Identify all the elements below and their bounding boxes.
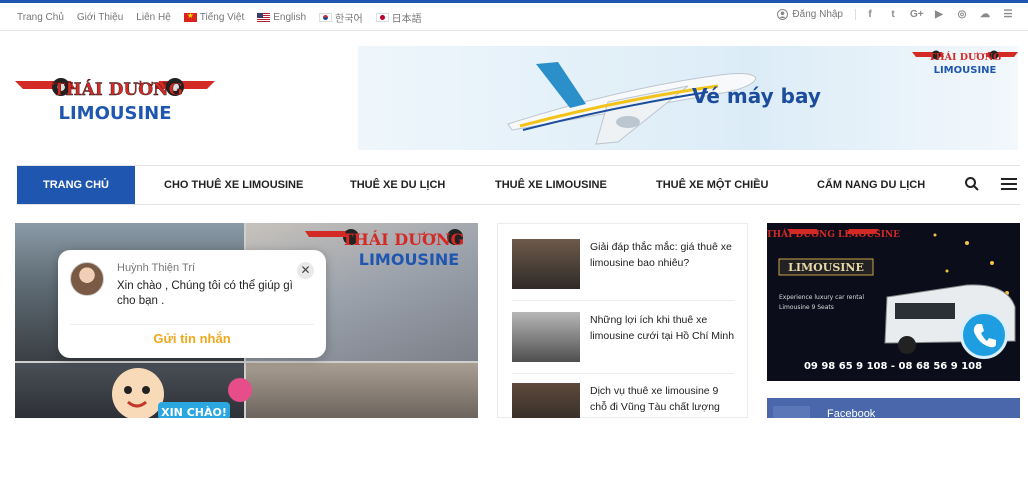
youtube-icon[interactable]: ▶ xyxy=(933,9,945,20)
news-thumbnail[interactable] xyxy=(512,312,580,362)
instagram-icon[interactable]: ◎ xyxy=(956,9,968,20)
social-links: f t G+ ▶ ◎ ☁ ☰ xyxy=(864,9,1014,20)
page-bottom-blank xyxy=(0,418,1028,478)
news-list: Giải đáp thắc mắc: giá thuê xe limousine… xyxy=(497,223,748,433)
language-label: Tiếng Việt xyxy=(199,12,245,23)
chat-icon[interactable]: ☁ xyxy=(979,9,991,20)
language-english[interactable]: English xyxy=(257,12,306,23)
us-flag-icon xyxy=(257,13,271,22)
send-message-button[interactable]: Gửi tin nhắn xyxy=(58,331,326,346)
banner-brand-line2: LIMOUSINE xyxy=(934,65,997,76)
ad-product: LIMOUSINE xyxy=(788,261,864,274)
topbar-link-contact[interactable]: Liên Hệ xyxy=(136,12,170,23)
language-label: 한국어 xyxy=(335,14,363,25)
facebook-widget[interactable]: Facebook xyxy=(767,398,1020,420)
nav-item-limousine-rental[interactable]: Cho thuê xe Limousine xyxy=(164,166,303,204)
hamburger-menu-icon[interactable] xyxy=(1001,178,1017,191)
ad-subtitle: Limousine 9 Seats xyxy=(779,304,834,311)
chat-popup: Huỳnh Thiện Trí Xin chào , Chúng tôi có … xyxy=(58,250,326,358)
feature-watermark-logo: THÁI DƯƠNG LIMOUSINE xyxy=(305,229,465,267)
topbar: Trang Chủ Giới Thiệu Liên Hệ Tiếng Việt … xyxy=(0,3,1028,31)
logo-line2: LIMOUSINE xyxy=(58,103,171,124)
chat-message: Xin chào , Chúng tôi có thể giúp gì cho … xyxy=(117,280,293,307)
phone-call-button[interactable] xyxy=(960,311,1008,359)
topbar-links: Trang Chủ Giới Thiệu Liên Hệ Tiếng Việt … xyxy=(17,10,422,25)
language-vietnamese[interactable]: Tiếng Việt xyxy=(183,11,245,23)
divider xyxy=(512,300,734,301)
facebook-icon[interactable]: f xyxy=(864,9,876,20)
nav-item-home[interactable]: Trang chủ xyxy=(17,166,135,204)
language-label: English xyxy=(273,12,307,23)
screen-image xyxy=(246,363,478,418)
login-label: Đăng Nhập xyxy=(792,9,843,20)
limousine-ad-banner[interactable]: THÁI DƯƠNG LIMOUSINE LIMOUSINE Experienc… xyxy=(767,223,1020,381)
rss-icon[interactable]: ☰ xyxy=(1002,9,1014,20)
header-banner[interactable]: Vé máy bay THÁI DƯƠNG LIMOUSINE xyxy=(358,46,1018,150)
search-icon[interactable] xyxy=(964,176,980,192)
facebook-logo-icon xyxy=(773,406,810,418)
topbar-link-home[interactable]: Trang Chủ xyxy=(17,12,64,23)
news-title[interactable]: Giải đáp thắc mắc: giá thuê xe limousine… xyxy=(590,239,738,271)
divider xyxy=(512,373,734,374)
ad-tagline: Experience luxury car rental xyxy=(779,294,864,301)
logo-line1: THÁI DƯƠNG xyxy=(53,79,183,100)
nav-item-travel-guide[interactable]: Cẩm nang du lịch xyxy=(817,166,925,204)
nav-item-travel-rental[interactable]: Thuê xe du lịch xyxy=(350,166,445,204)
page: Trang Chủ Giới Thiệu Liên Hệ Tiếng Việt … xyxy=(0,0,1028,478)
mascot-illustration: XIN CHÀO! xyxy=(98,360,263,420)
nav-item-one-way[interactable]: Thuê xe một chiều xyxy=(656,166,768,204)
news-thumbnail[interactable] xyxy=(512,239,580,289)
close-icon[interactable]: ✕ xyxy=(297,262,314,279)
banner-brand-logo: THÁI DƯƠNG LIMOUSINE xyxy=(912,50,1018,76)
nav-item-limousine-hire[interactable]: Thuê xe Limousine xyxy=(495,166,607,204)
japan-flag-icon xyxy=(375,13,389,22)
phone-icon xyxy=(973,324,996,348)
chat-divider xyxy=(70,324,314,325)
topbar-link-about[interactable]: Giới Thiệu xyxy=(77,12,123,23)
twitter-icon[interactable]: t xyxy=(887,9,899,20)
news-title[interactable]: Những lợi ích khi thuê xe limousine cưới… xyxy=(590,312,738,344)
user-icon xyxy=(777,9,789,20)
ad-brand: THÁI DƯƠNG LIMOUSINE xyxy=(767,228,900,240)
site-logo[interactable]: THÁI DƯƠNG LIMOUSINE xyxy=(15,75,215,125)
feature-watermark-line2: LIMOUSINE xyxy=(359,250,459,267)
google-plus-icon[interactable]: G+ xyxy=(910,9,924,20)
banner-caption: Vé máy bay xyxy=(692,84,821,108)
korea-flag-icon xyxy=(319,13,333,22)
mascot-icon: XIN CHÀO! xyxy=(112,368,252,420)
feature-watermark-line1: THÁI DƯƠNG xyxy=(342,229,465,249)
agent-name: Huỳnh Thiện Trí xyxy=(117,262,196,274)
language-japanese[interactable]: 日本語 xyxy=(375,10,422,25)
language-korean[interactable]: 한국어 xyxy=(319,10,363,25)
main-navigation: Trang chủ Cho thuê xe Limousine Thuê xe … xyxy=(17,165,1020,205)
ad-phone: 09 98 65 9 108 - 08 68 56 9 108 xyxy=(804,361,982,372)
agent-avatar xyxy=(70,262,104,296)
vietnam-flag-icon xyxy=(183,11,197,22)
topbar-right: Đăng Nhập f t G+ ▶ ◎ ☁ ☰ xyxy=(777,9,1014,20)
language-label: 日本語 xyxy=(391,14,422,25)
login-link[interactable]: Đăng Nhập xyxy=(777,9,856,20)
banner-brand-line1: THÁI DƯƠNG xyxy=(929,51,1002,63)
